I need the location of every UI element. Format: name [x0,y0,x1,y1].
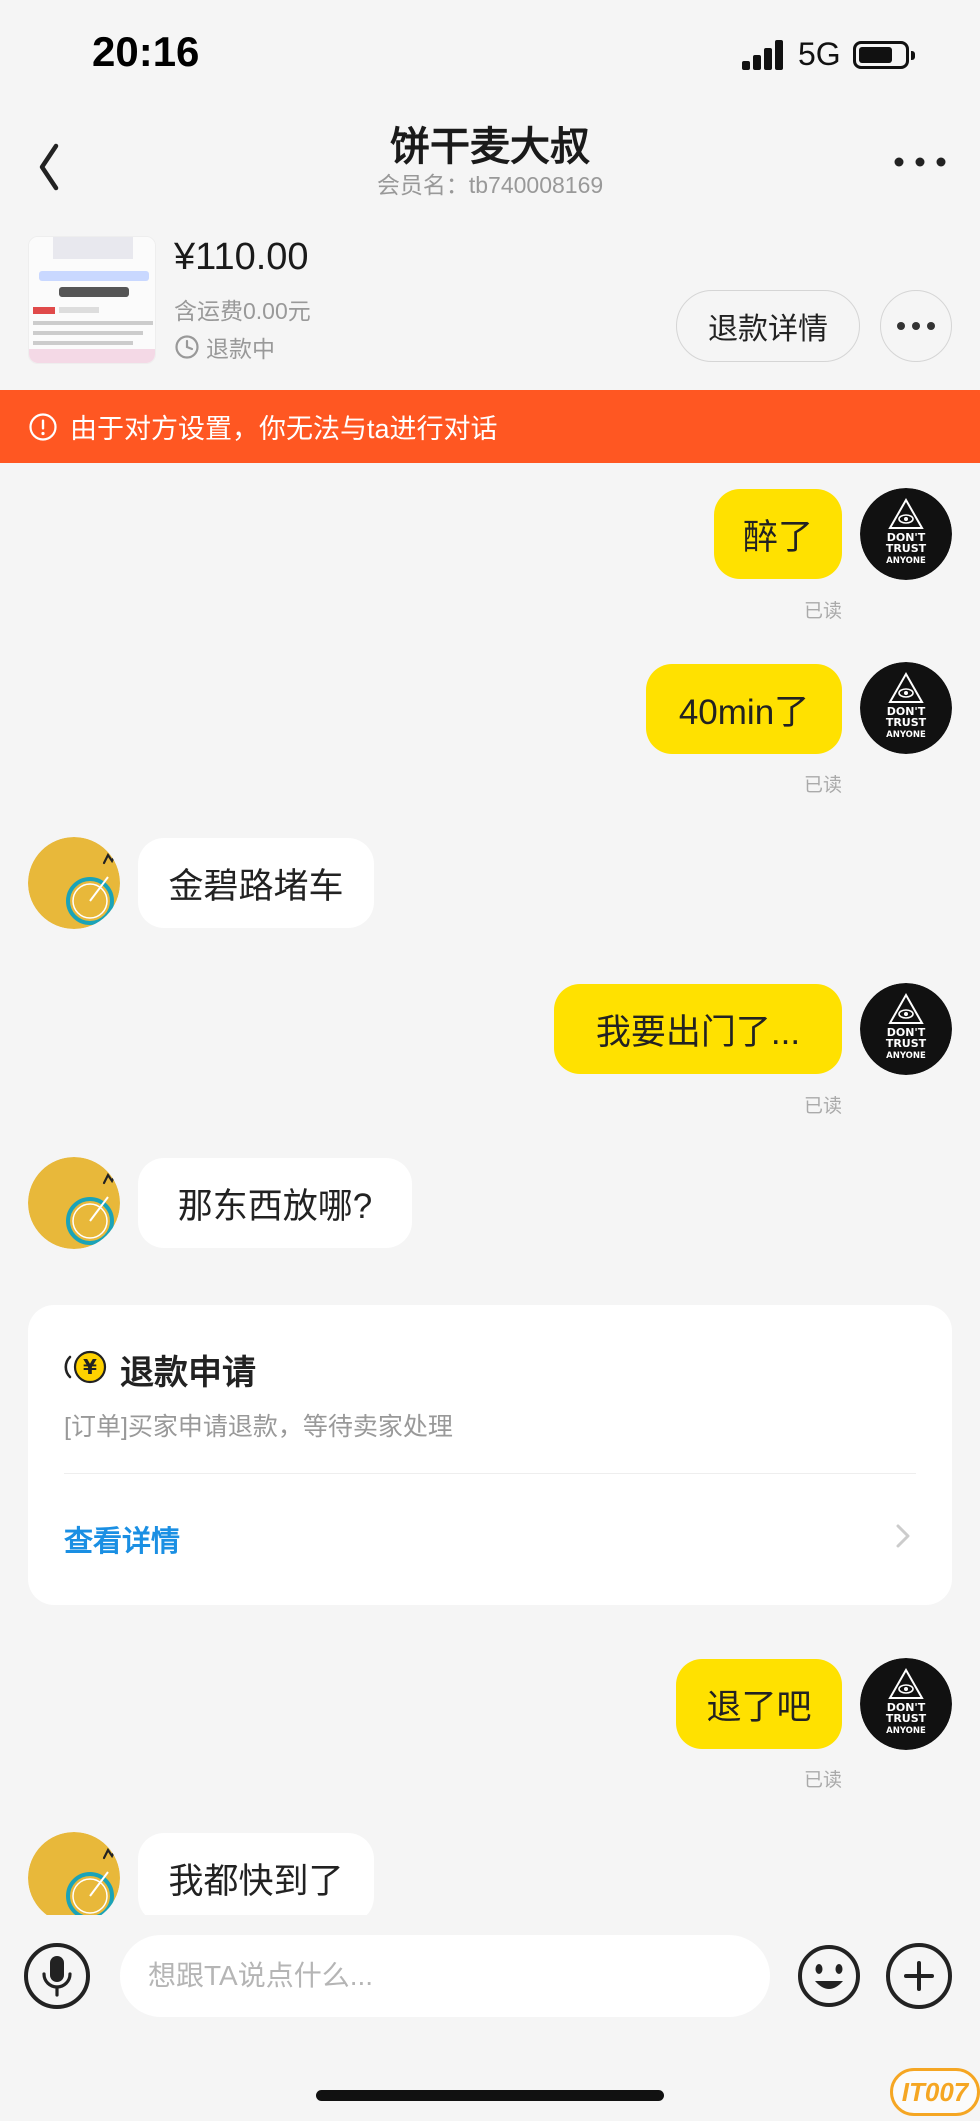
product-more-button[interactable] [880,290,952,362]
avatar-text: TRUST [886,1712,927,1725]
avatar-text: TRUST [886,1037,927,1050]
watermark-logo: IT007 [890,2068,980,2116]
refund-card-title: 退款申请 [120,1354,256,1392]
avatar-image: DON'TTRUSTANYONE [860,983,952,1075]
chat-restriction-banner: 由于对方设置，你无法与ta进行对话 [0,390,980,463]
alert-icon [29,412,57,441]
refund-detail-button[interactable]: 退款详情 [676,290,860,362]
message-bubble-sent[interactable]: 醉了 [714,489,842,579]
chat-header: 饼干麦大叔 会员名：tb740008169 [0,110,980,230]
chevron-right-icon[interactable] [890,1521,916,1551]
avatar-text: ANYONE [886,1726,926,1736]
contact-name: 饼干麦大叔 [390,125,590,169]
divider [64,1473,916,1474]
more-icon [894,157,946,167]
status-time: 20:16 [92,28,200,75]
add-attachment-button[interactable] [886,1943,952,2009]
refund-request-card[interactable]: ¥ 退款申请 [订单]买家申请退款，等待卖家处理 查看详情 [28,1305,952,1605]
avatar-image: DON'TTRUSTANYONE [860,662,952,754]
battery-icon [853,41,915,69]
emoji-icon [798,1945,860,2007]
product-image [29,237,155,363]
product-thumbnail[interactable] [28,236,156,364]
banner-text: 由于对方设置，你无法与ta进行对话 [70,414,498,444]
svg-text:¥: ¥ [83,1355,97,1379]
avatar-text: TRUST [886,716,927,729]
message-bubble-sent[interactable]: 退了吧 [676,1659,842,1749]
avatar-text: TRUST [886,542,927,555]
contact-avatar[interactable] [28,1157,120,1249]
refund-coin-icon: ¥ [64,1350,107,1384]
avatar-image: DON'TTRUSTANYONE [860,1658,952,1750]
more-options-button[interactable] [890,142,950,182]
network-type: 5G [798,36,841,72]
voice-input-button[interactable] [24,1943,90,2009]
emoji-button[interactable] [796,1943,862,2009]
avatar-text: ANYONE [886,556,926,566]
avatar-image [28,1832,120,1915]
view-details-link[interactable]: 查看详情 [64,1518,180,1560]
message-bubble-sent[interactable]: 我要出门了... [554,984,842,1074]
cellular-signal-icon [742,40,784,70]
contact-avatar[interactable] [28,1832,120,1915]
clock-icon [175,335,199,359]
microphone-icon [42,1956,72,1997]
home-indicator [316,2090,664,2101]
message-input[interactable] [120,1935,770,2017]
read-receipt: 已读 [804,775,843,796]
order-summary: ¥110.00 含运费0.00元 退款中 退款详情 [0,230,980,390]
avatar-image: DON'TTRUSTANYONE [860,488,952,580]
read-receipt: 已读 [804,1770,843,1791]
message-input-bar [0,1915,980,2035]
read-receipt: 已读 [804,601,843,622]
shipping-fee: 含运费0.00元 [174,298,311,324]
message-list[interactable]: 醉了 DON'T TRUST ANYONE 已读 40min了 DON'T TRUST… [0,463,980,1915]
my-avatar[interactable]: DON'T TRUST ANYONE [860,1658,952,1750]
order-price: ¥110.00 [174,236,309,278]
refund-status-label: 退款中 [206,336,275,362]
member-name: 会员名：tb740008169 [376,172,604,198]
my-avatar[interactable]: DON'T TRUST ANYONE [860,662,952,754]
message-bubble-received[interactable]: 我都快到了 [138,1833,374,1915]
refund-card-description: [订单]买家申请退款，等待卖家处理 [64,1413,453,1441]
contact-avatar[interactable] [28,837,120,929]
avatar-image [28,837,120,929]
avatar-image [28,1157,120,1249]
message-bubble-received[interactable]: 那东西放哪? [138,1158,412,1248]
avatar-text: ANYONE [886,1051,926,1061]
avatar-text: ANYONE [886,730,926,740]
status-bar: 20:16 5G [0,0,980,110]
read-receipt: 已读 [804,1096,843,1117]
refund-status: 退款中 [174,330,275,364]
message-bubble-received[interactable]: 金碧路堵车 [138,838,374,928]
my-avatar[interactable]: DON'T TRUST ANYONE [860,983,952,1075]
my-avatar[interactable]: DON'T TRUST ANYONE [860,488,952,580]
more-icon [897,322,935,330]
message-bubble-sent[interactable]: 40min了 [646,664,842,754]
